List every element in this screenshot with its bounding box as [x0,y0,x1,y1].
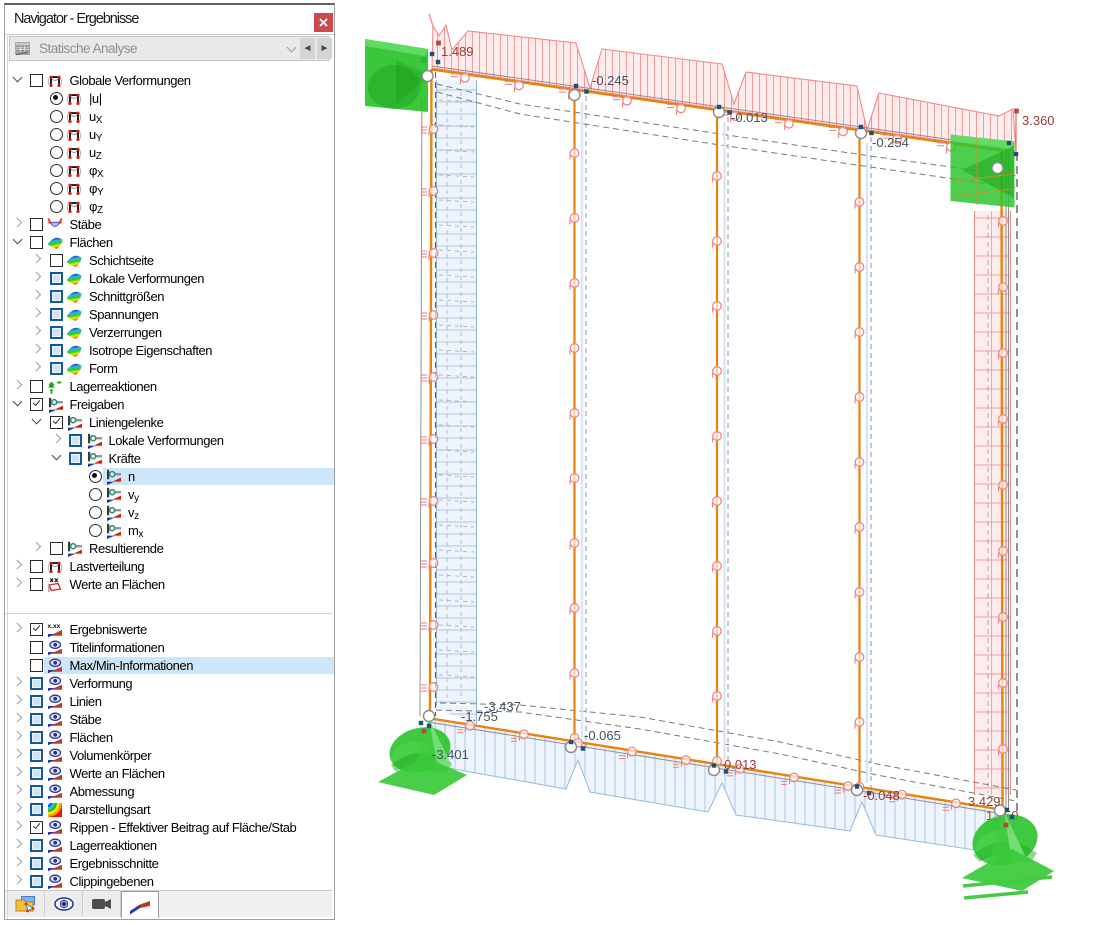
svg-text:1.489: 1.489 [441,44,474,59]
svg-text:3.360: 3.360 [1022,113,1055,128]
svg-text:-0.065: -0.065 [584,728,621,743]
svg-text:-3.401: -3.401 [432,747,469,762]
svg-text:-0.013: -0.013 [731,110,768,125]
svg-text:-1.755: -1.755 [461,709,498,724]
svg-text:-0.245: -0.245 [592,73,629,88]
svg-text:-0.254: -0.254 [872,135,909,150]
svg-text:0.013: 0.013 [724,757,757,772]
svg-text:3.429: 3.429 [968,794,1001,809]
svg-text:-0.048: -0.048 [863,788,900,803]
